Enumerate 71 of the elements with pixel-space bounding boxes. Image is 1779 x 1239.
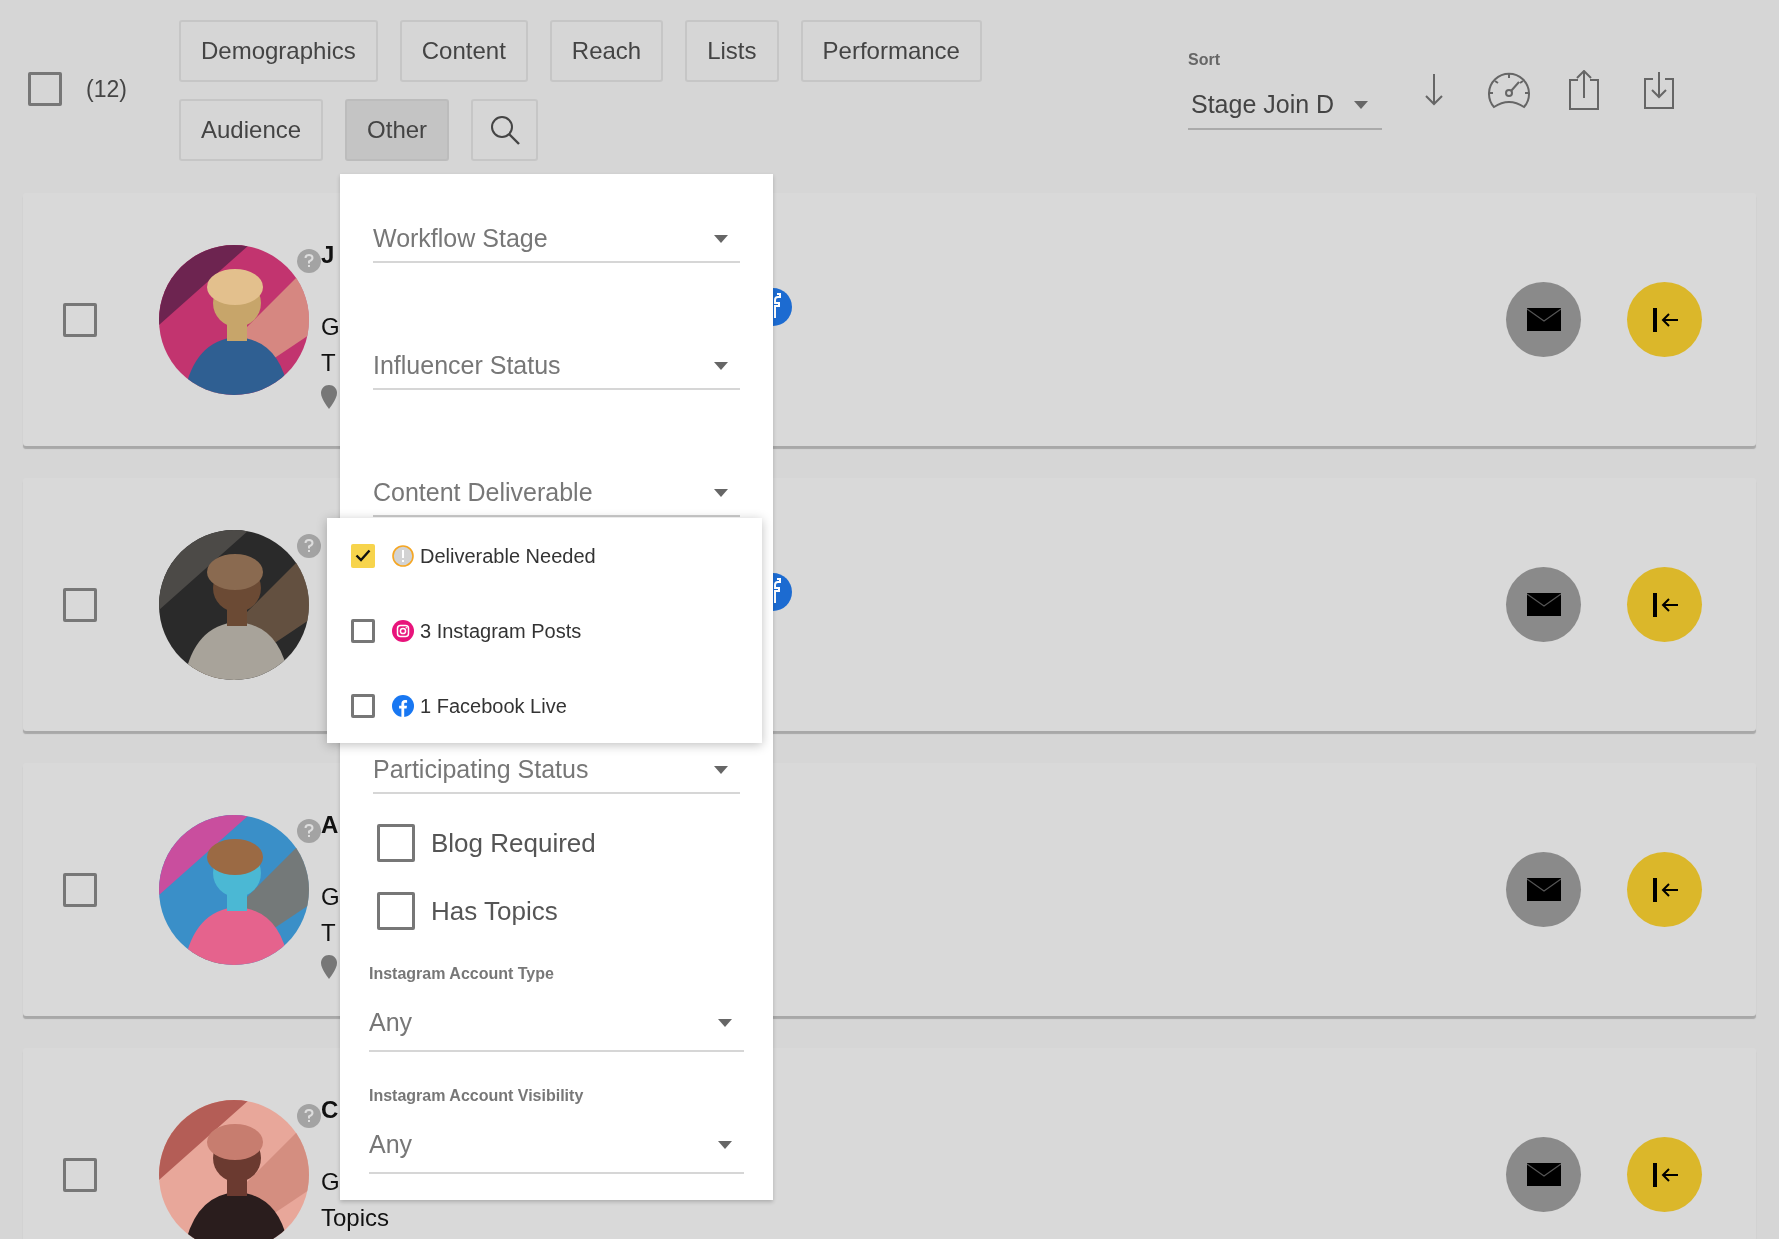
checkbox[interactable] [351, 618, 375, 643]
influencer-name: A [321, 810, 340, 840]
arrow-down-icon [1425, 74, 1443, 106]
location-pin-icon [321, 955, 337, 979]
arrow-to-bar-icon [1650, 877, 1679, 902]
download-icon [1643, 71, 1675, 109]
help-icon [297, 248, 321, 273]
info-text: T [321, 918, 337, 948]
checkbox[interactable] [351, 543, 375, 568]
select-field[interactable]: Any [369, 1118, 744, 1174]
checkbox[interactable] [377, 892, 415, 930]
location-pin-icon [321, 385, 337, 409]
envelope-icon [1526, 593, 1561, 616]
checkmark-icon [355, 549, 371, 562]
influencer-name: J [321, 240, 336, 270]
help-icon [297, 818, 321, 843]
caret-icon [718, 1141, 732, 1149]
checkbox[interactable] [63, 587, 97, 622]
facebook-icon [392, 694, 414, 717]
filter-tab[interactable]: Performance [800, 20, 982, 82]
sort-select[interactable]: Stage Join D [1188, 82, 1382, 130]
envelope-icon [1526, 308, 1561, 331]
help-icon [297, 1103, 321, 1128]
filter-tab[interactable]: Reach [549, 20, 664, 82]
info-text: G [321, 1167, 341, 1197]
caret-icon [1354, 101, 1369, 109]
info-text: Topics [321, 1203, 390, 1233]
filter-tab[interactable]: Content [399, 20, 528, 82]
select-field[interactable]: Influencer Status [373, 343, 740, 390]
checkbox-row[interactable]: Has Topics [377, 892, 558, 930]
caret-icon [714, 361, 728, 370]
arrow-to-bar-icon [1650, 307, 1679, 332]
envelope-icon [1526, 1163, 1561, 1186]
select-field[interactable]: Participating Status [373, 747, 740, 794]
select-field[interactable]: Any [369, 996, 744, 1052]
field-label: Instagram Account Visibility [369, 1086, 584, 1106]
filter-tab[interactable]: Other [345, 99, 450, 161]
caret-icon [714, 765, 728, 774]
filter-tab[interactable]: Lists [685, 20, 779, 82]
info-text: T [321, 348, 337, 378]
help-icon [297, 533, 321, 558]
checkbox[interactable] [28, 72, 62, 107]
info-text: G [321, 312, 340, 342]
field-label: Instagram Account Type [369, 964, 554, 984]
arrow-to-bar-icon [1650, 592, 1679, 617]
checkbox[interactable] [63, 872, 97, 907]
search-button[interactable] [471, 99, 539, 161]
arrow-to-bar-icon [1650, 1162, 1679, 1187]
envelope-icon [1526, 878, 1561, 901]
menu-item[interactable]: 1 Facebook Live [327, 668, 587, 743]
select-field[interactable]: Workflow Stage [373, 216, 740, 263]
checkbox-row[interactable]: Blog Required [377, 824, 596, 862]
share-icon [1568, 70, 1600, 110]
filter-tab[interactable]: Audience [179, 99, 324, 161]
menu-item[interactable]: Deliverable Needed [327, 518, 616, 593]
caret-icon [718, 1019, 732, 1027]
result-count: (12) [86, 75, 127, 104]
menu-item[interactable]: 3 Instagram Posts [327, 593, 602, 668]
info-text: G [321, 882, 340, 912]
filter-tab[interactable]: Demographics [179, 20, 378, 82]
alert-icon [392, 544, 414, 567]
caret-icon [714, 234, 728, 243]
checkbox[interactable] [377, 824, 415, 862]
caret-icon [714, 488, 728, 497]
sort-label: Sort [1188, 50, 1220, 70]
checkbox[interactable] [63, 1157, 97, 1192]
gauge-icon [1487, 71, 1531, 109]
checkbox[interactable] [351, 693, 375, 718]
checkbox[interactable] [63, 302, 97, 337]
search-icon [488, 114, 521, 146]
instagram-icon [392, 619, 414, 642]
